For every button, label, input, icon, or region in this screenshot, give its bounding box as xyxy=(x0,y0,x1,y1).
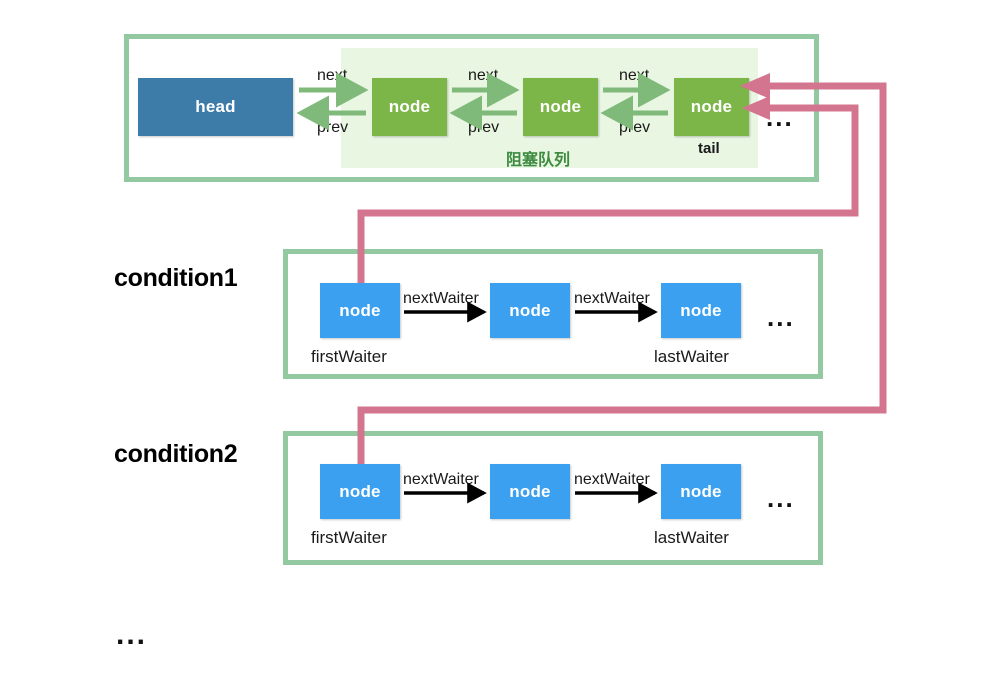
queue-node-0: node xyxy=(372,78,447,136)
diagram-canvas: 阻塞队列 head node node node tail next prev … xyxy=(0,0,1000,685)
condition1-node-first: node xyxy=(320,283,400,338)
more-conditions-ellipsis: ... xyxy=(116,618,148,651)
condition2-node-last: node xyxy=(661,464,741,519)
condition2-link-0-label: nextWaiter xyxy=(403,471,479,488)
condition1-node-last-label: node xyxy=(680,300,722,320)
queue-link-2-next-label: next xyxy=(619,67,650,84)
condition1-title: condition1 xyxy=(114,264,238,292)
condition1-link-1-label: nextWaiter xyxy=(574,290,650,307)
condition2-node-first: node xyxy=(320,464,400,519)
condition2-last-waiter-caption: lastWaiter xyxy=(654,528,729,547)
condition2-title: condition2 xyxy=(114,440,238,468)
queue-node-0-label: node xyxy=(388,97,431,116)
condition2-node-middle-label: node xyxy=(509,481,551,501)
queue-link-0-next-label: next xyxy=(317,67,348,84)
queue-node-1: node xyxy=(523,78,598,136)
queue-link-2-prev-label: prev xyxy=(619,119,651,136)
condition1-last-waiter-caption: lastWaiter xyxy=(654,347,729,366)
condition1-node-last: node xyxy=(661,283,741,338)
condition2-link-1-label: nextWaiter xyxy=(574,471,650,488)
condition2-node-middle: node xyxy=(490,464,570,519)
condition1-node-middle: node xyxy=(490,283,570,338)
condition2-node-first-label: node xyxy=(339,481,381,501)
queue-head-label: head xyxy=(195,97,236,116)
queue-link-0-prev-label: prev xyxy=(317,119,349,136)
queue-link-1-prev-label: prev xyxy=(468,119,500,136)
queue-head-box: head xyxy=(138,78,293,136)
queue-node-1-label: node xyxy=(539,97,582,116)
condition1-link-0-label: nextWaiter xyxy=(403,290,479,307)
queue-node-tail: node xyxy=(674,78,749,136)
condition2-first-waiter-caption: firstWaiter xyxy=(311,528,387,547)
queue-trailing-ellipsis: ... xyxy=(766,102,794,132)
condition1-node-middle-label: node xyxy=(509,300,551,320)
condition1-node-first-label: node xyxy=(339,300,381,320)
condition2-trailing-ellipsis: ... xyxy=(767,483,795,513)
condition1-first-waiter-caption: firstWaiter xyxy=(311,347,387,366)
condition1-trailing-ellipsis: ... xyxy=(767,302,795,332)
condition2-node-last-label: node xyxy=(680,481,722,501)
queue-tail-caption: tail xyxy=(698,140,720,157)
blocking-queue-label: 阻塞队列 xyxy=(506,152,571,169)
queue-link-1-next-label: next xyxy=(468,67,499,84)
queue-node-tail-label: node xyxy=(690,97,733,116)
